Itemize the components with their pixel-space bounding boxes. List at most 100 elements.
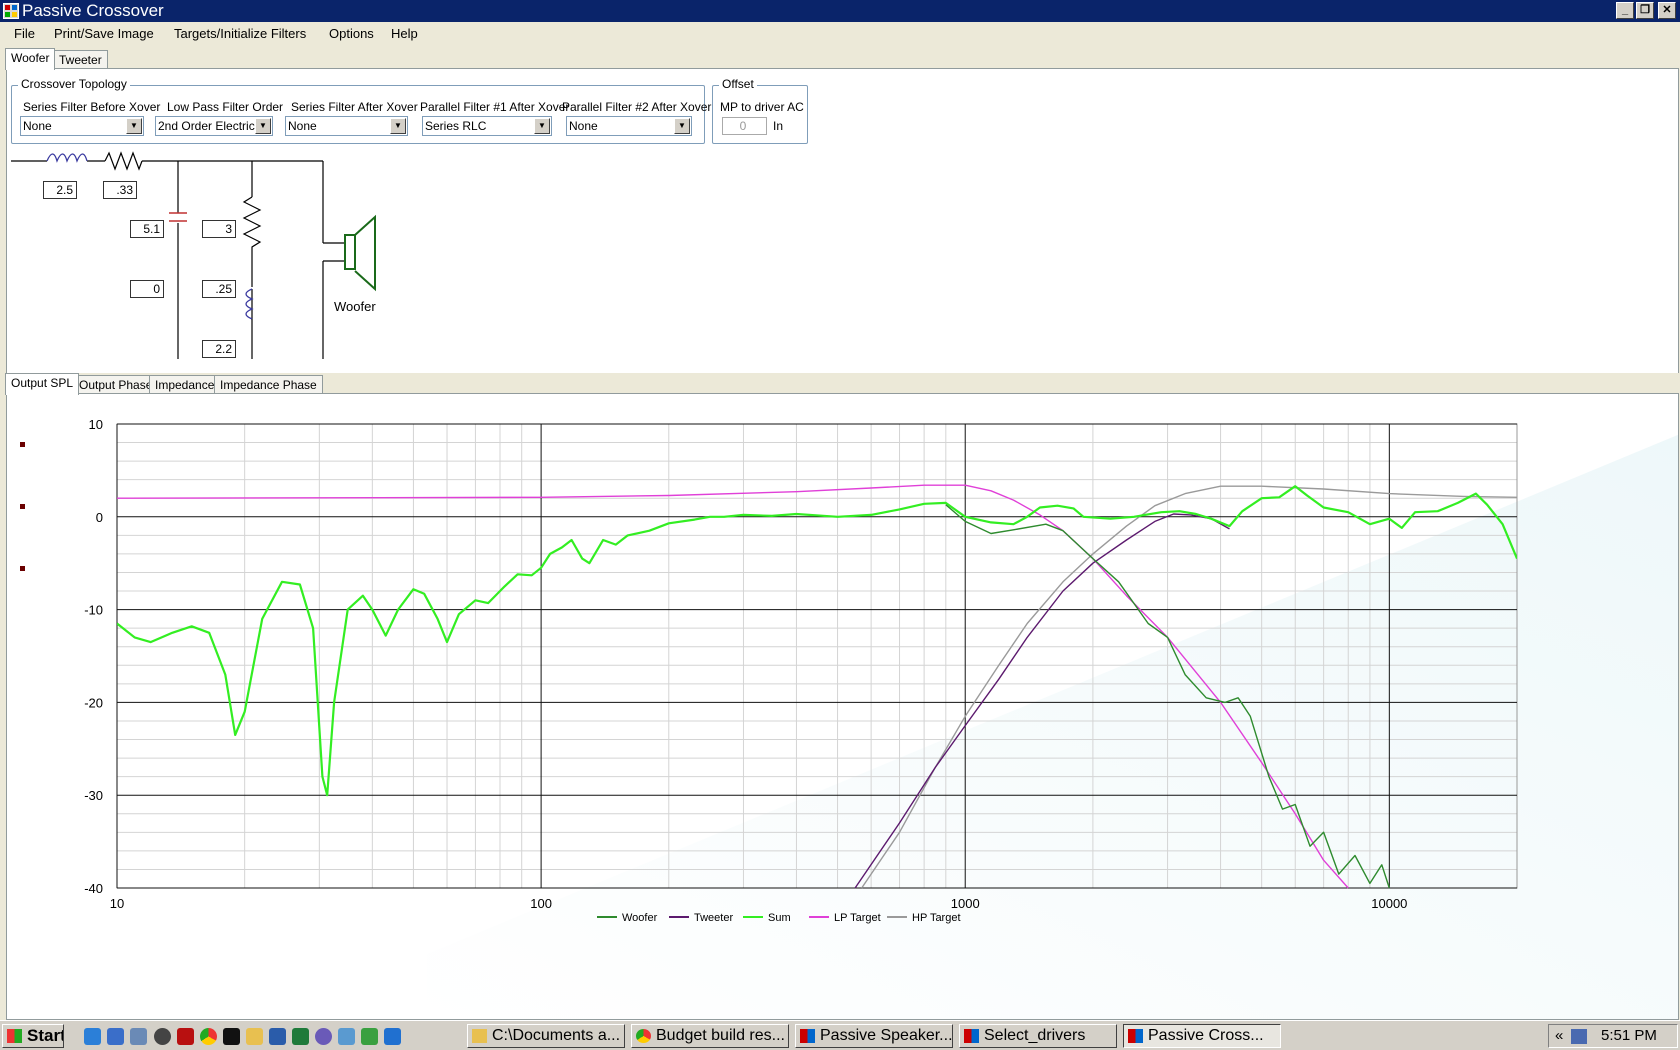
driver-pane: Woofer Tweeter Crossover Topology Series…: [0, 46, 1680, 415]
rlc-inductor-icon: [245, 288, 254, 359]
legend-label: HP Target: [912, 912, 961, 924]
app-icon: [800, 1029, 815, 1043]
player-icon[interactable]: [154, 1028, 171, 1045]
start-button[interactable]: Start: [2, 1024, 64, 1048]
x-tick-label: 100: [530, 896, 552, 911]
help-icon[interactable]: [315, 1028, 332, 1045]
taskbar-item-select-drivers[interactable]: Select_drivers: [959, 1024, 1117, 1048]
x-tick-label: 10000: [1371, 896, 1407, 911]
network-icon[interactable]: [1571, 1029, 1587, 1044]
rlc-res-value[interactable]: 3: [202, 220, 236, 238]
window-title: Passive Crossover: [22, 1, 164, 20]
cmd-icon[interactable]: [223, 1028, 240, 1045]
restore-button[interactable]: ❐: [1636, 2, 1654, 19]
menu-help[interactable]: Help: [391, 26, 418, 41]
chevron-down-icon[interactable]: ▼: [674, 118, 690, 134]
windows-icon: [7, 1029, 22, 1043]
taskbar-item-passive-speaker[interactable]: Passive Speaker...: [795, 1024, 953, 1048]
offset-label: MP to driver AC: [720, 100, 804, 114]
lowpass-order-select[interactable]: 2nd Order Electrical ▼: [155, 116, 273, 136]
series-filter-after-select[interactable]: None ▼: [285, 116, 408, 136]
series-resistor-value[interactable]: .33: [103, 181, 137, 199]
marker-icon: [20, 504, 25, 509]
app-green-icon[interactable]: [361, 1028, 378, 1045]
driver-label: Woofer: [334, 299, 376, 314]
app-icon: [3, 3, 19, 19]
x-tick-label: 10: [110, 896, 124, 911]
series-filter-before-select[interactable]: None ▼: [20, 116, 144, 136]
chrome-icon[interactable]: [200, 1028, 217, 1045]
parallel-filter-2-label: Parallel Filter #2 After Xover: [562, 100, 712, 114]
menu-options[interactable]: Options: [329, 26, 374, 41]
crossover-topology-group: Crossover Topology Series Filter Before …: [11, 77, 711, 144]
app-blue-icon[interactable]: [384, 1028, 401, 1045]
folder-icon: [472, 1029, 487, 1043]
taskbar-item-passive-crossover[interactable]: Passive Cross...: [1123, 1024, 1281, 1048]
shunt-cap-value[interactable]: 5.1: [130, 220, 164, 238]
chevron-down-icon[interactable]: ▼: [126, 118, 142, 134]
app-icon: [964, 1029, 979, 1043]
app-red-icon[interactable]: [177, 1028, 194, 1045]
desktop-icon[interactable]: [107, 1028, 124, 1045]
tab-tweeter[interactable]: Tweeter: [53, 50, 108, 70]
parallel-filter-1-value: Series RLC: [425, 119, 487, 133]
system-tray: « 5:51 PM: [1548, 1024, 1678, 1048]
chevron-down-icon[interactable]: ▼: [390, 118, 406, 134]
shunt-capacitor-icon: [169, 212, 187, 222]
menu-bar: File Print/Save Image Targets/Initialize…: [0, 22, 1680, 46]
taskbar-item-label: Passive Speaker...: [820, 1027, 953, 1044]
offset-title: Offset: [719, 77, 757, 91]
series-inductor-value[interactable]: 2.5: [43, 181, 77, 199]
y-tick-label: 0: [96, 510, 103, 525]
ie-icon[interactable]: [84, 1028, 101, 1045]
menu-print-save-image[interactable]: Print/Save Image: [54, 26, 154, 41]
taskbar-item-label: C:\Documents a...: [492, 1027, 621, 1044]
tab-output-spl[interactable]: Output SPL: [5, 373, 80, 395]
parallel-filter-2-select[interactable]: None ▼: [566, 116, 692, 136]
shunt-res-value[interactable]: 0: [130, 280, 164, 298]
menu-file[interactable]: File: [14, 26, 35, 41]
word-icon[interactable]: [269, 1028, 286, 1045]
y-tick-label: 10: [89, 417, 103, 432]
chevron-down-icon[interactable]: ▼: [255, 118, 271, 134]
chrome-icon: [636, 1029, 651, 1043]
rlc-cap-value[interactable]: 2.2: [202, 340, 236, 358]
taskbar-item-label: Passive Cross...: [1148, 1027, 1264, 1044]
tray-chevron-icon[interactable]: «: [1555, 1027, 1563, 1044]
minimize-button[interactable]: _: [1616, 2, 1634, 19]
spl-chart: 10 100 1000 10000100-10-20-30-40 Woofer Twee…: [20, 417, 1678, 1019]
parallel-filter-2-value: None: [569, 119, 598, 133]
series-resistor-icon: [104, 151, 143, 171]
spl-chart-panel: 10 100 1000 10000 10 0 -10 -20 -30 -40 Woofer Twee…: [6, 393, 1679, 1020]
offset-input[interactable]: 0: [722, 117, 767, 135]
taskbar-item-documents[interactable]: C:\Documents a...: [467, 1024, 625, 1048]
close-button[interactable]: ✕: [1658, 2, 1676, 19]
rlc-resistor-icon: [242, 196, 262, 287]
series-inductor-icon: [46, 153, 88, 163]
series-filter-after-label: Series Filter After Xover: [291, 100, 418, 114]
taskbar-item-label: Budget build res...: [656, 1027, 785, 1044]
legend-label: LP Target: [834, 912, 881, 924]
tab-impedance-phase[interactable]: Impedance Phase: [214, 375, 323, 395]
media-icon[interactable]: [130, 1028, 147, 1045]
tab-woofer[interactable]: Woofer: [5, 48, 56, 70]
clock: 5:51 PM: [1601, 1027, 1657, 1044]
taskbar-item-budget[interactable]: Budget build res...: [631, 1024, 789, 1048]
parallel-filter-1-select[interactable]: Series RLC ▼: [422, 116, 552, 136]
notepad-icon[interactable]: [338, 1028, 355, 1045]
parallel-filter-1-label: Parallel Filter #1 After Xover: [420, 100, 570, 114]
chevron-down-icon[interactable]: ▼: [534, 118, 550, 134]
folder-icon[interactable]: [246, 1028, 263, 1045]
background-wash: [427, 434, 1678, 1019]
menu-targets[interactable]: Targets/Initialize Filters: [174, 26, 306, 41]
offset-group: Offset MP to driver AC 0 In: [712, 77, 808, 144]
excel-icon[interactable]: [292, 1028, 309, 1045]
woofer-panel: Crossover Topology Series Filter Before …: [6, 68, 1679, 415]
tab-impedance[interactable]: Impedance: [149, 375, 221, 395]
rlc-ind-value[interactable]: .25: [202, 280, 236, 298]
offset-unit: In: [773, 119, 784, 133]
tab-output-phase[interactable]: Output Phase: [73, 375, 159, 395]
taskbar: Start C:\Documents a... Budget build res…: [0, 1020, 1680, 1050]
legend-label: Tweeter: [694, 912, 733, 924]
series-filter-after-value: None: [288, 119, 317, 133]
